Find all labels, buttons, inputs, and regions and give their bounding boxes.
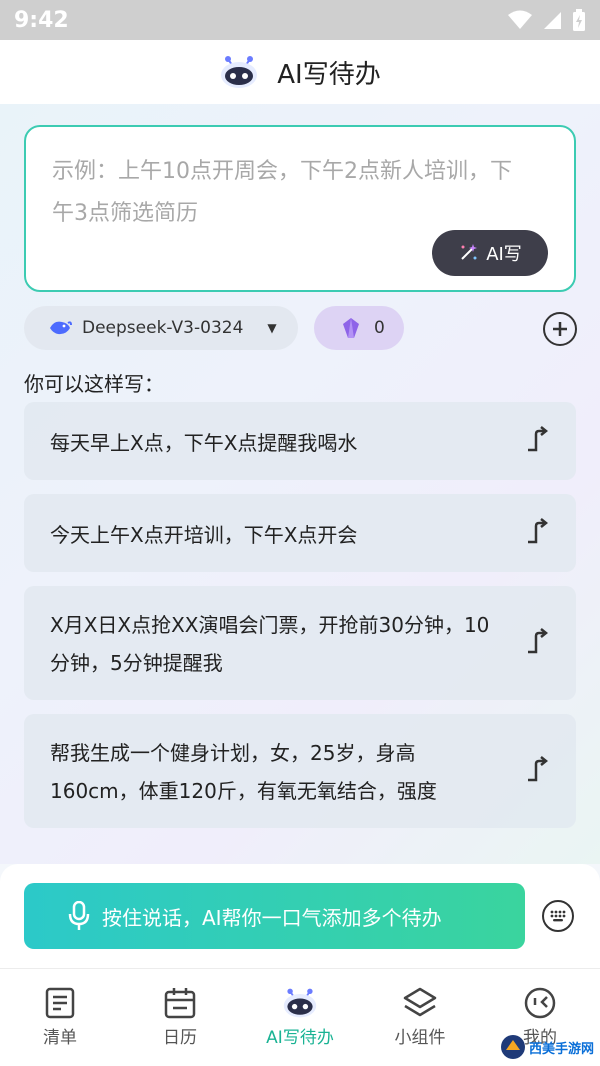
tab-list[interactable]: 清单 [0,969,120,1066]
suggestion-text: 帮我生成一个健身计划，女，25岁，身高160cm，体重120斤，有氧无氧结合，强… [50,741,437,803]
tab-widgets[interactable]: 小组件 [360,969,480,1066]
todo-input-placeholder[interactable]: 示例：上午10点开周会，下午2点新人培训，下午3点筛选简历 [52,151,532,235]
signal-icon [544,12,561,29]
suggestion-item[interactable]: 每天早上X点，下午X点提醒我喝水 [24,402,576,480]
microphone-icon [68,901,90,930]
insert-arrow-icon [528,628,549,654]
status-icons [508,9,586,31]
suggestion-text: X月X日X点抢XX演唱会门票，开抢前30分钟，10分钟，5分钟提醒我 [50,613,490,675]
credits-badge[interactable]: 0 [314,306,404,350]
tab-ai-write-label: AI写待办 [266,1028,334,1048]
suggestion-item[interactable]: X月X日X点抢XX演唱会门票，开抢前30分钟，10分钟，5分钟提醒我 [24,586,576,700]
watermark-text: 西美手游网 [529,1041,595,1057]
magic-wand-icon [461,244,478,260]
insert-arrow-icon [528,518,549,544]
chevron-down-icon: ▼ [267,321,277,335]
add-button[interactable] [543,312,577,346]
watermark-logo-icon [501,1035,525,1059]
robot-icon [283,988,317,1018]
hold-to-talk-label: 按住说话，AI帮你一口气添加多个待办 [102,905,442,930]
app-header: AI写待办 [0,40,600,104]
suggestion-item[interactable]: 帮我生成一个健身计划，女，25岁，身高160cm，体重120斤，有氧无氧结合，强… [24,714,576,828]
crystal-icon [343,318,359,338]
wifi-icon [508,10,532,29]
hold-to-talk-button[interactable]: 按住说话，AI帮你一口气添加多个待办 [24,883,525,949]
calendar-icon [164,988,196,1019]
insert-arrow-icon [528,756,549,782]
status-time: 9:42 [14,7,69,33]
tab-list-label: 清单 [43,1028,77,1048]
robot-logo-icon [221,56,258,88]
page-title: AI写待办 [277,59,381,90]
list-icon [45,987,75,1019]
tab-calendar-label: 日历 [163,1028,197,1048]
suggestion-item[interactable]: 今天上午X点开培训，下午X点开会 [24,494,576,572]
suggestions-heading: 你可以这样写： [24,372,164,396]
tab-widgets-label: 小组件 [394,1028,446,1048]
suggestion-text: 每天早上X点，下午X点提醒我喝水 [50,431,358,455]
model-name: Deepseek-V3-0324 [82,318,244,338]
credits-count: 0 [374,318,385,338]
battery-icon [573,9,585,31]
model-selector[interactable]: Deepseek-V3-0324 ▼ [24,306,298,350]
deepseek-whale-icon [50,321,72,335]
profile-icon [524,987,556,1019]
tab-calendar[interactable]: 日历 [120,969,240,1066]
ai-write-label: AI写 [486,244,522,265]
insert-arrow-icon [528,426,549,452]
plus-icon [553,322,567,336]
keyboard-icon [550,910,566,922]
status-bar: 9:42 [0,0,600,40]
layers-icon [403,987,437,1017]
keyboard-toggle-button[interactable] [542,900,574,932]
suggestion-text: 今天上午X点开培训，下午X点开会 [50,523,358,547]
site-watermark: 西美手游网 [500,1032,596,1062]
tab-ai-write[interactable]: AI写待办 [240,969,360,1066]
ai-write-button[interactable]: AI写 [432,230,548,276]
todo-input-card[interactable]: 示例：上午10点开周会，下午2点新人培训，下午3点筛选简历 AI写 [24,125,576,292]
